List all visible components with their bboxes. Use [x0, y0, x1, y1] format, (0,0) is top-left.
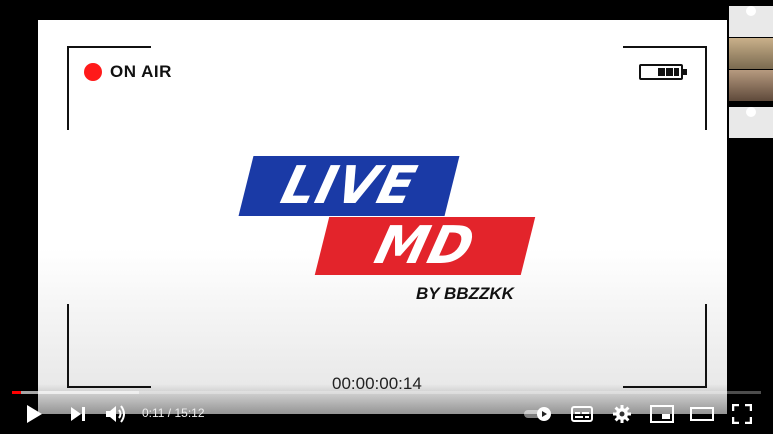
record-dot-icon	[84, 63, 102, 81]
battery-bar	[674, 68, 679, 76]
autoplay-toggle[interactable]	[522, 402, 554, 426]
viewfinder-corner-top-left	[67, 46, 151, 130]
viewfinder-corner-bottom-left	[67, 304, 151, 388]
progress-buffered	[12, 391, 140, 394]
miniplayer-button[interactable]	[648, 402, 676, 426]
video-player[interactable]: ON AIR LIVE MD BY BBZZKK 00:00:00:14	[0, 0, 773, 434]
battery-icon	[639, 64, 687, 80]
battery-bar	[666, 68, 673, 76]
logo-md-banner: MD	[314, 216, 536, 276]
captions-icon	[571, 406, 593, 422]
viewfinder-corner-bottom-right	[623, 304, 707, 388]
captions-button[interactable]	[570, 402, 594, 426]
battery-bar	[658, 68, 665, 76]
avatar-placeholder-icon	[746, 6, 756, 16]
participant-thumbnail	[729, 107, 773, 138]
progress-bar[interactable]	[12, 391, 761, 394]
fullscreen-button[interactable]	[730, 402, 754, 426]
time-display: 0:11 / 15:12	[142, 406, 205, 420]
participant-thumbnail	[729, 6, 773, 37]
autoplay-toggle-icon	[524, 407, 551, 421]
progress-played	[12, 391, 21, 394]
participant-thumbnails	[729, 0, 773, 138]
video-frame[interactable]: ON AIR LIVE MD BY BBZZKK 00:00:00:14	[38, 20, 727, 414]
miniplayer-icon	[650, 405, 674, 423]
logo-md-text: MD	[369, 216, 481, 276]
avatar-placeholder-icon	[746, 107, 756, 117]
participant-thumbnail	[729, 70, 773, 101]
gear-icon	[613, 405, 631, 423]
participant-thumbnail	[729, 38, 773, 69]
play-button[interactable]	[22, 402, 46, 426]
volume-button[interactable]	[104, 402, 130, 426]
fullscreen-icon	[732, 404, 752, 424]
play-icon	[27, 405, 42, 423]
theater-mode-icon	[690, 407, 714, 421]
logo-live-banner: LIVE	[238, 156, 460, 216]
logo-live-text: LIVE	[275, 156, 423, 216]
on-air-label: ON AIR	[110, 62, 172, 81]
theater-mode-button[interactable]	[688, 402, 716, 426]
next-button[interactable]	[66, 402, 90, 426]
volume-icon	[106, 405, 125, 423]
settings-button[interactable]	[610, 402, 634, 426]
viewfinder-corner-top-right	[623, 46, 707, 130]
logo-byline: BY BBZZKK	[416, 284, 514, 303]
on-air-indicator: ON AIR	[84, 62, 172, 82]
next-icon	[71, 407, 85, 421]
